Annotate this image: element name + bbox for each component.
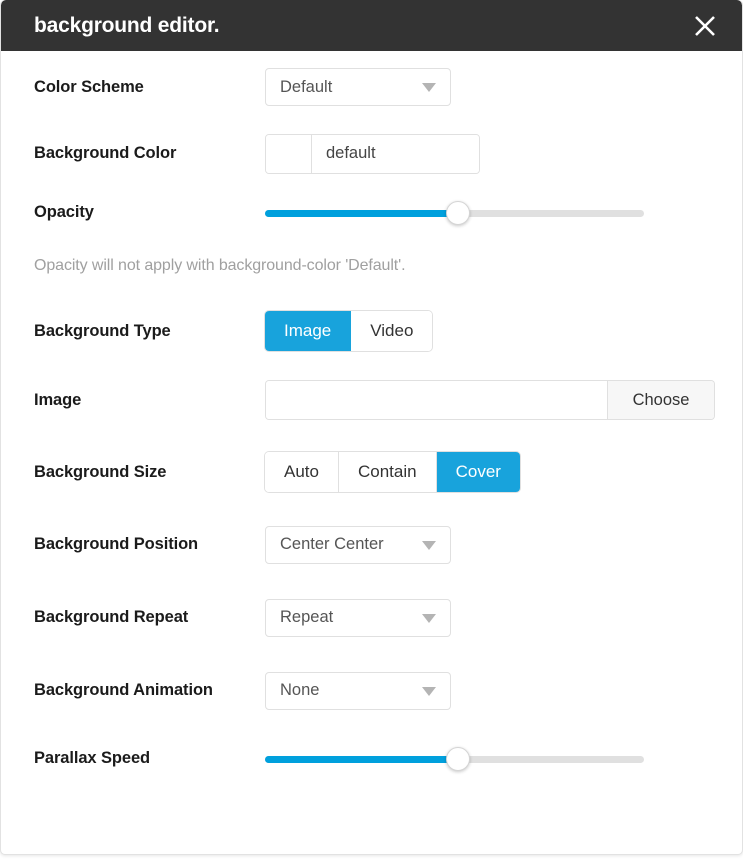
select-color-scheme[interactable]: Default <box>265 68 451 106</box>
row-image: Image Choose <box>1 364 742 436</box>
chevron-down-icon <box>422 83 436 92</box>
background-size-option-cover[interactable]: Cover <box>436 452 520 492</box>
label-image: Image <box>34 390 82 409</box>
opacity-slider-handle[interactable] <box>446 200 471 225</box>
opacity-slider-fill <box>265 209 459 217</box>
image-path-input[interactable] <box>266 381 607 419</box>
background-size-option-contain[interactable]: Contain <box>338 452 437 492</box>
row-background-animation: Background Animation None <box>1 654 742 727</box>
label-parallax-speed: Parallax Speed <box>34 749 151 767</box>
select-background-animation[interactable]: None <box>265 671 451 710</box>
chevron-down-icon <box>422 613 436 623</box>
parallax-speed-slider[interactable] <box>265 746 644 771</box>
choose-button[interactable]: Choose <box>607 381 714 419</box>
opacity-help-text: Opacity will not apply with background-c… <box>34 257 406 274</box>
close-icon[interactable] <box>688 9 722 43</box>
row-opacity: Opacity 50 <box>1 190 742 235</box>
background-type-option-image[interactable]: Image <box>265 311 352 351</box>
row-background-color: Background Color default <box>1 117 742 190</box>
settings-form: Color Scheme Default Background Color de… <box>1 51 742 790</box>
parallax-speed-slider-fill <box>265 755 459 763</box>
control-opacity: 50 <box>265 200 742 225</box>
background-size-button-group: Auto Contain Cover <box>265 452 520 492</box>
select-background-position[interactable]: Center Center <box>265 525 451 564</box>
control-background-position: Center Center <box>265 525 451 564</box>
label-background-color: Background Color <box>34 144 177 162</box>
row-parallax-speed: Parallax Speed 0 <box>1 727 742 790</box>
background-type-option-video[interactable]: Video <box>351 311 433 351</box>
chevron-down-icon <box>422 686 436 696</box>
label-background-repeat: Background Repeat <box>34 608 189 626</box>
row-background-repeat: Background Repeat Repeat <box>1 581 742 654</box>
select-background-repeat[interactable]: Repeat <box>265 598 451 637</box>
label-background-type: Background Type <box>34 321 171 340</box>
control-background-type: Image Video <box>265 311 433 351</box>
control-background-size: Auto Contain Cover <box>265 452 520 492</box>
label-background-size: Background Size <box>34 462 167 481</box>
opacity-slider[interactable] <box>265 200 644 225</box>
row-background-type: Background Type Image Video <box>1 298 742 364</box>
panel-title: background editor. <box>34 13 220 37</box>
label-opacity: Opacity <box>34 203 94 221</box>
color-field: default <box>265 133 480 174</box>
label-color-scheme: Color Scheme <box>34 77 144 96</box>
control-parallax-speed: 0 <box>265 746 742 771</box>
parallax-speed-slider-handle[interactable] <box>446 746 471 771</box>
control-background-repeat: Repeat <box>265 598 451 637</box>
background-type-button-group: Image Video <box>265 311 433 351</box>
control-background-animation: None <box>265 671 451 710</box>
label-background-position: Background Position <box>34 535 199 553</box>
select-background-animation-value: None <box>280 681 320 699</box>
select-background-position-value: Center Center <box>280 535 384 553</box>
control-background-color: default <box>265 133 480 174</box>
select-background-repeat-value: Repeat <box>280 608 334 626</box>
select-color-scheme-value: Default <box>280 77 333 96</box>
row-background-size: Background Size Auto Contain Cover <box>1 436 742 508</box>
chevron-down-icon <box>422 540 436 550</box>
image-file-picker: Choose <box>265 380 715 420</box>
control-image: Choose <box>265 380 715 420</box>
row-background-position: Background Position Center Center <box>1 508 742 581</box>
color-swatch[interactable] <box>266 134 312 173</box>
label-background-animation: Background Animation <box>34 681 213 699</box>
control-color-scheme: Default <box>265 68 451 106</box>
row-color-scheme: Color Scheme Default <box>1 57 742 117</box>
background-editor-panel: background editor. Color Scheme Default … <box>0 0 743 855</box>
background-size-option-auto[interactable]: Auto <box>265 452 339 492</box>
background-color-input[interactable]: default <box>312 134 479 173</box>
panel-titlebar: background editor. <box>1 0 742 51</box>
